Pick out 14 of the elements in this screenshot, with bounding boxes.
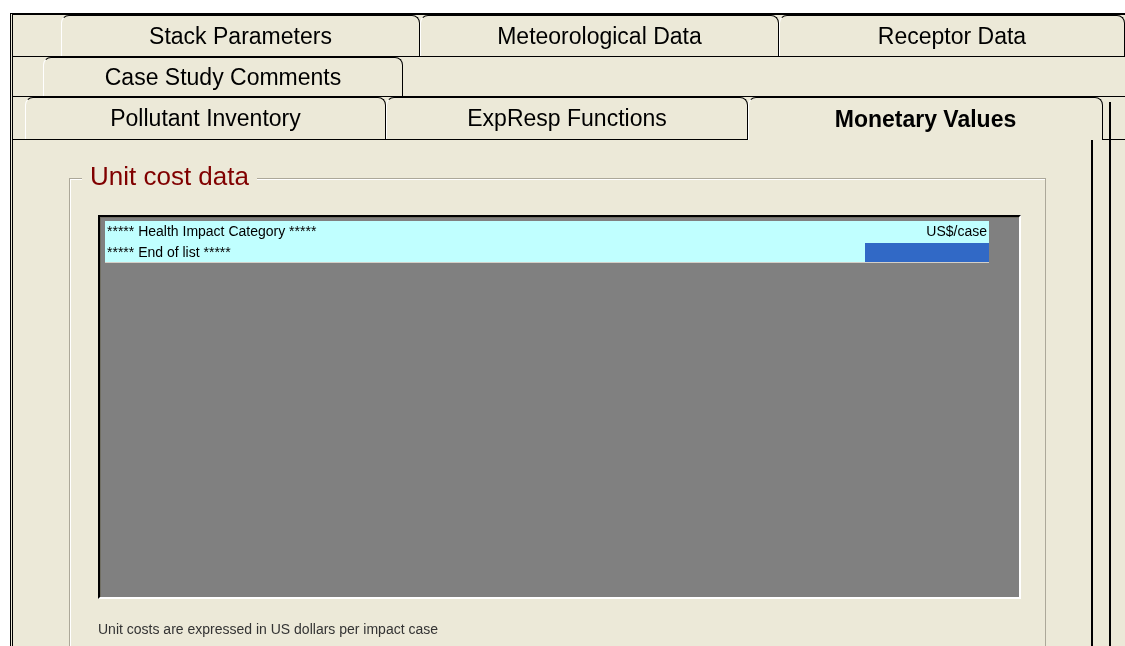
note-text: Unit costs are expressed in US dollars per impact case: [98, 621, 440, 637]
value-cell[interactable]: [865, 242, 989, 262]
tab[interactable]: Stack Parameters: [61, 15, 420, 56]
tab[interactable]: Monetary Values: [748, 97, 1103, 140]
tab[interactable]: Case Study Comments: [43, 57, 403, 96]
tab[interactable]: Pollutant Inventory: [25, 97, 386, 139]
tab[interactable]: ExpResp Functions: [386, 97, 748, 139]
list-row[interactable]: ***** Health Impact Category ***** US$/case: [105, 221, 989, 242]
tab[interactable]: Receptor Data: [778, 15, 1125, 56]
value-cell[interactable]: US$/case: [865, 221, 989, 241]
tab[interactable]: Meteorological Data: [420, 15, 779, 56]
category-cell: ***** Health Impact Category *****: [107, 223, 317, 239]
category-cell: ***** End of list *****: [107, 244, 231, 260]
list-row[interactable]: ***** End of list *****: [105, 242, 989, 263]
